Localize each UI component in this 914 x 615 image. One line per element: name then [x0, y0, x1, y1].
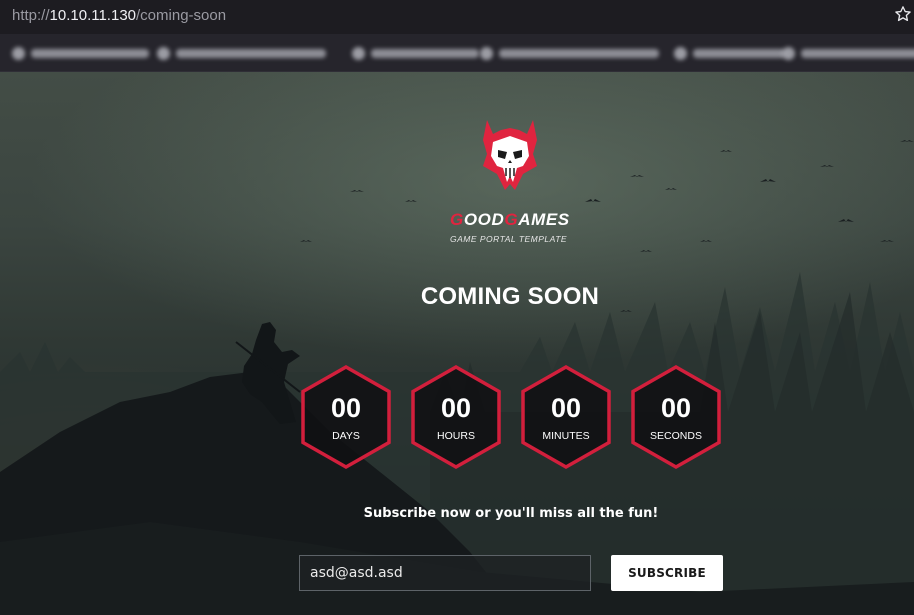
- brand-name[interactable]: GOODGAMES: [450, 210, 570, 230]
- countdown-label: DAYS: [332, 430, 360, 442]
- brand-part-1: OOD: [463, 210, 505, 229]
- coming-soon-page: GOODGAMES GAME PORTAL TEMPLATE COMING SO…: [0, 72, 914, 615]
- countdown-value: 00: [660, 393, 692, 423]
- bookmarks-bar: [0, 34, 914, 72]
- bookmark-item[interactable]: [12, 46, 149, 60]
- bookmark-icon: [352, 46, 365, 60]
- bookmark-icon: [782, 46, 795, 60]
- email-input[interactable]: [299, 555, 591, 591]
- url-path: /coming-soon: [136, 7, 227, 24]
- page-title: COMING SOON: [420, 283, 600, 310]
- bookmark-icon: [12, 46, 25, 60]
- countdown-label: MINUTES: [542, 430, 590, 442]
- countdown-value: 00: [330, 393, 362, 423]
- background-scenery: [0, 140, 914, 615]
- url-host: 10.10.11.130: [49, 7, 137, 24]
- countdown-value: 00: [550, 393, 582, 423]
- bookmark-item[interactable]: [352, 46, 479, 60]
- subscribe-prompt: Subscribe now or you'll miss all the fun…: [363, 506, 659, 521]
- bookmark-item[interactable]: [157, 46, 326, 60]
- bookmark-item[interactable]: [782, 46, 914, 60]
- countdown-label: SECONDS: [650, 430, 702, 442]
- countdown-value: 00: [440, 393, 472, 423]
- star-icon[interactable]: [894, 5, 912, 23]
- subscribe-button[interactable]: SUBSCRIBE: [611, 555, 723, 591]
- bookmark-icon: [157, 46, 170, 60]
- brand-part-2: AMES: [518, 210, 570, 229]
- countdown-hours: 00 HOURS: [410, 365, 502, 469]
- countdown-label: HOURS: [437, 430, 475, 442]
- countdown-days: 00 DAYS: [300, 365, 392, 469]
- brand-tagline: GAME PORTAL TEMPLATE: [450, 234, 568, 244]
- bookmark-item[interactable]: [480, 46, 659, 60]
- browser-address-bar[interactable]: http://10.10.11.130/coming-soon: [0, 0, 914, 34]
- countdown-seconds: 00 SECONDS: [630, 365, 722, 469]
- brand-letter-2: G: [504, 210, 519, 229]
- skull-emblem-icon[interactable]: [479, 118, 541, 196]
- url-text[interactable]: http://10.10.11.130/coming-soon: [12, 7, 226, 24]
- bookmark-icon: [480, 46, 493, 60]
- countdown-minutes: 00 MINUTES: [520, 365, 612, 469]
- bookmark-item[interactable]: [674, 46, 785, 60]
- brand-letter-1: G: [450, 210, 464, 229]
- url-prefix: http://: [12, 7, 50, 24]
- bookmark-icon: [674, 46, 687, 60]
